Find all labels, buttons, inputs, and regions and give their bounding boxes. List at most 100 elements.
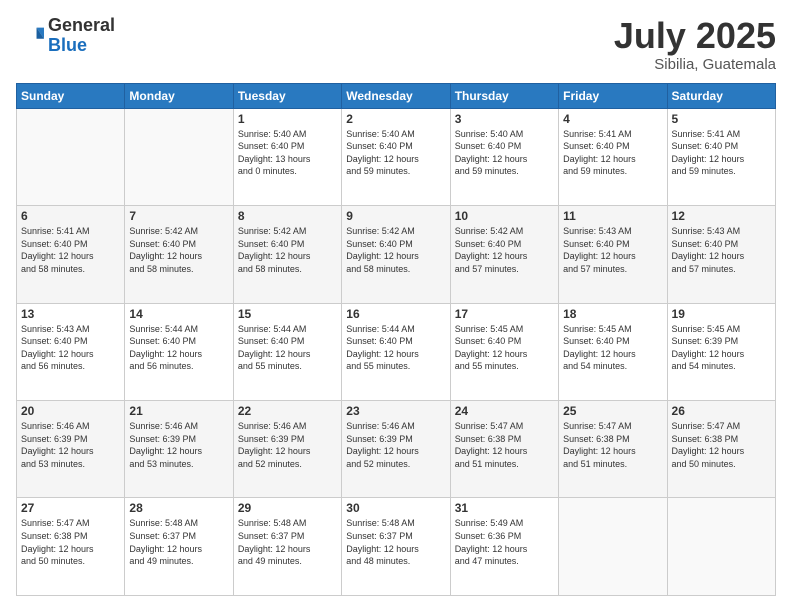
day-info: Sunrise: 5:41 AM Sunset: 6:40 PM Dayligh…: [21, 225, 120, 275]
col-friday: Friday: [559, 83, 667, 108]
calendar-week-row: 13Sunrise: 5:43 AM Sunset: 6:40 PM Dayli…: [17, 303, 776, 400]
table-row: 29 Sunrise: 5:48 AM Sunset: 6:37 PM Dayli…: [233, 498, 341, 596]
logo-icon: [16, 22, 44, 50]
day-info: Sunrise: 5:46 AM Sunset: 6:39 PM Dayligh…: [238, 420, 337, 470]
day-info: Sunrise: 5:48 AM Sunset: 6:37 PM Dayligh…: [346, 517, 445, 567]
day-info: Sunrise: 5:48 AM Sunset: 6:37 PM Dayligh…: [129, 517, 228, 567]
table-row: 25 Sunrise: 5:47 AM Sunset: 6:38 PM Dayli…: [559, 401, 667, 498]
day-number: 17: [455, 307, 554, 321]
day-info: Sunrise: 5:43 AM Sunset: 6:40 PM Dayligh…: [21, 323, 120, 373]
table-row: 16 Sunrise: 5:44 AM Sunset: 6:40 PM Dayli…: [342, 303, 450, 400]
table-row: 27Sunrise: 5:47 AM Sunset: 6:38 PM Dayli…: [17, 498, 125, 596]
table-row: 8 Sunrise: 5:42 AM Sunset: 6:40 PM Daylig…: [233, 206, 341, 303]
logo-general-text: General: [48, 15, 115, 35]
day-number: 28: [129, 501, 228, 515]
day-info: Sunrise: 5:44 AM Sunset: 6:40 PM Dayligh…: [129, 323, 228, 373]
table-row: 6 Sunrise: 5:41 AM Sunset: 6:40 PM Daylig…: [17, 206, 125, 303]
col-saturday: Saturday: [667, 83, 775, 108]
day-number: 14: [129, 307, 228, 321]
table-row: [17, 108, 125, 205]
table-row: 1 Sunrise: 5:40 AM Sunset: 6:40 PM Daylig…: [233, 108, 341, 205]
day-number: 6: [21, 209, 120, 223]
day-info: Sunrise: 5:40 AM Sunset: 6:40 PM Dayligh…: [238, 128, 337, 178]
day-info: Sunrise: 5:41 AM Sunset: 6:40 PM Dayligh…: [563, 128, 662, 178]
day-info: Sunrise: 5:48 AM Sunset: 6:37 PM Dayligh…: [238, 517, 337, 567]
table-row: 24Sunrise: 5:47 AM Sunset: 6:38 PM Dayli…: [450, 401, 558, 498]
logo-blue-text: Blue: [48, 35, 87, 55]
month-title: July 2025: [614, 16, 776, 56]
table-row: 22 Sunrise: 5:46 AM Sunset: 6:39 PM Dayli…: [233, 401, 341, 498]
title-block: July 2025 Sibilia, Guatemala: [614, 16, 776, 73]
table-row: 5 Sunrise: 5:41 AM Sunset: 6:40 PM Daylig…: [667, 108, 775, 205]
day-number: 4: [563, 112, 662, 126]
day-number: 19: [672, 307, 771, 321]
day-number: 1: [238, 112, 337, 126]
day-info: Sunrise: 5:45 AM Sunset: 6:39 PM Dayligh…: [672, 323, 771, 373]
day-info: Sunrise: 5:42 AM Sunset: 6:40 PM Dayligh…: [238, 225, 337, 275]
table-row: [559, 498, 667, 596]
col-sunday: Sunday: [17, 83, 125, 108]
table-row: 2 Sunrise: 5:40 AM Sunset: 6:40 PM Daylig…: [342, 108, 450, 205]
day-number: 26: [672, 404, 771, 418]
day-number: 12: [672, 209, 771, 223]
day-number: 8: [238, 209, 337, 223]
col-thursday: Thursday: [450, 83, 558, 108]
table-row: 30 Sunrise: 5:48 AM Sunset: 6:37 PM Dayli…: [342, 498, 450, 596]
day-info: Sunrise: 5:47 AM Sunset: 6:38 PM Dayligh…: [672, 420, 771, 470]
day-info: Sunrise: 5:43 AM Sunset: 6:40 PM Dayligh…: [563, 225, 662, 275]
logo: General Blue: [16, 16, 115, 56]
day-number: 2: [346, 112, 445, 126]
day-number: 22: [238, 404, 337, 418]
day-number: 21: [129, 404, 228, 418]
table-row: 17Sunrise: 5:45 AM Sunset: 6:40 PM Dayli…: [450, 303, 558, 400]
col-monday: Monday: [125, 83, 233, 108]
day-info: Sunrise: 5:42 AM Sunset: 6:40 PM Dayligh…: [129, 225, 228, 275]
day-info: Sunrise: 5:44 AM Sunset: 6:40 PM Dayligh…: [346, 323, 445, 373]
calendar-week-row: 1 Sunrise: 5:40 AM Sunset: 6:40 PM Daylig…: [17, 108, 776, 205]
day-info: Sunrise: 5:49 AM Sunset: 6:36 PM Dayligh…: [455, 517, 554, 567]
day-info: Sunrise: 5:44 AM Sunset: 6:40 PM Dayligh…: [238, 323, 337, 373]
table-row: 3 Sunrise: 5:40 AM Sunset: 6:40 PM Daylig…: [450, 108, 558, 205]
day-info: Sunrise: 5:41 AM Sunset: 6:40 PM Dayligh…: [672, 128, 771, 178]
day-info: Sunrise: 5:47 AM Sunset: 6:38 PM Dayligh…: [21, 517, 120, 567]
table-row: 23Sunrise: 5:46 AM Sunset: 6:39 PM Dayli…: [342, 401, 450, 498]
day-info: Sunrise: 5:45 AM Sunset: 6:40 PM Dayligh…: [563, 323, 662, 373]
day-info: Sunrise: 5:40 AM Sunset: 6:40 PM Dayligh…: [346, 128, 445, 178]
day-info: Sunrise: 5:43 AM Sunset: 6:40 PM Dayligh…: [672, 225, 771, 275]
day-info: Sunrise: 5:42 AM Sunset: 6:40 PM Dayligh…: [455, 225, 554, 275]
day-number: 10: [455, 209, 554, 223]
table-row: 4 Sunrise: 5:41 AM Sunset: 6:40 PM Daylig…: [559, 108, 667, 205]
day-number: 16: [346, 307, 445, 321]
table-row: 18 Sunrise: 5:45 AM Sunset: 6:40 PM Dayli…: [559, 303, 667, 400]
header: General Blue July 2025 Sibilia, Guatemal…: [16, 16, 776, 73]
table-row: 15 Sunrise: 5:44 AM Sunset: 6:40 PM Dayli…: [233, 303, 341, 400]
calendar-table: Sunday Monday Tuesday Wednesday Thursday…: [16, 83, 776, 596]
day-number: 25: [563, 404, 662, 418]
day-number: 11: [563, 209, 662, 223]
day-number: 15: [238, 307, 337, 321]
calendar-week-row: 20Sunrise: 5:46 AM Sunset: 6:39 PM Dayli…: [17, 401, 776, 498]
table-row: 7Sunrise: 5:42 AM Sunset: 6:40 PM Daylig…: [125, 206, 233, 303]
col-tuesday: Tuesday: [233, 83, 341, 108]
table-row: 31 Sunrise: 5:49 AM Sunset: 6:36 PM Dayli…: [450, 498, 558, 596]
calendar-week-row: 6 Sunrise: 5:41 AM Sunset: 6:40 PM Daylig…: [17, 206, 776, 303]
table-row: 14 Sunrise: 5:44 AM Sunset: 6:40 PM Dayli…: [125, 303, 233, 400]
day-number: 3: [455, 112, 554, 126]
day-info: Sunrise: 5:42 AM Sunset: 6:40 PM Dayligh…: [346, 225, 445, 275]
day-number: 30: [346, 501, 445, 515]
day-info: Sunrise: 5:46 AM Sunset: 6:39 PM Dayligh…: [21, 420, 120, 470]
day-number: 18: [563, 307, 662, 321]
table-row: 13Sunrise: 5:43 AM Sunset: 6:40 PM Dayli…: [17, 303, 125, 400]
day-info: Sunrise: 5:46 AM Sunset: 6:39 PM Dayligh…: [346, 420, 445, 470]
table-row: [125, 108, 233, 205]
table-row: 9 Sunrise: 5:42 AM Sunset: 6:40 PM Daylig…: [342, 206, 450, 303]
day-number: 31: [455, 501, 554, 515]
day-info: Sunrise: 5:47 AM Sunset: 6:38 PM Dayligh…: [563, 420, 662, 470]
table-row: 11 Sunrise: 5:43 AM Sunset: 6:40 PM Dayli…: [559, 206, 667, 303]
day-number: 9: [346, 209, 445, 223]
table-row: 26 Sunrise: 5:47 AM Sunset: 6:38 PM Dayli…: [667, 401, 775, 498]
day-number: 29: [238, 501, 337, 515]
day-info: Sunrise: 5:47 AM Sunset: 6:38 PM Dayligh…: [455, 420, 554, 470]
day-number: 5: [672, 112, 771, 126]
day-info: Sunrise: 5:40 AM Sunset: 6:40 PM Dayligh…: [455, 128, 554, 178]
